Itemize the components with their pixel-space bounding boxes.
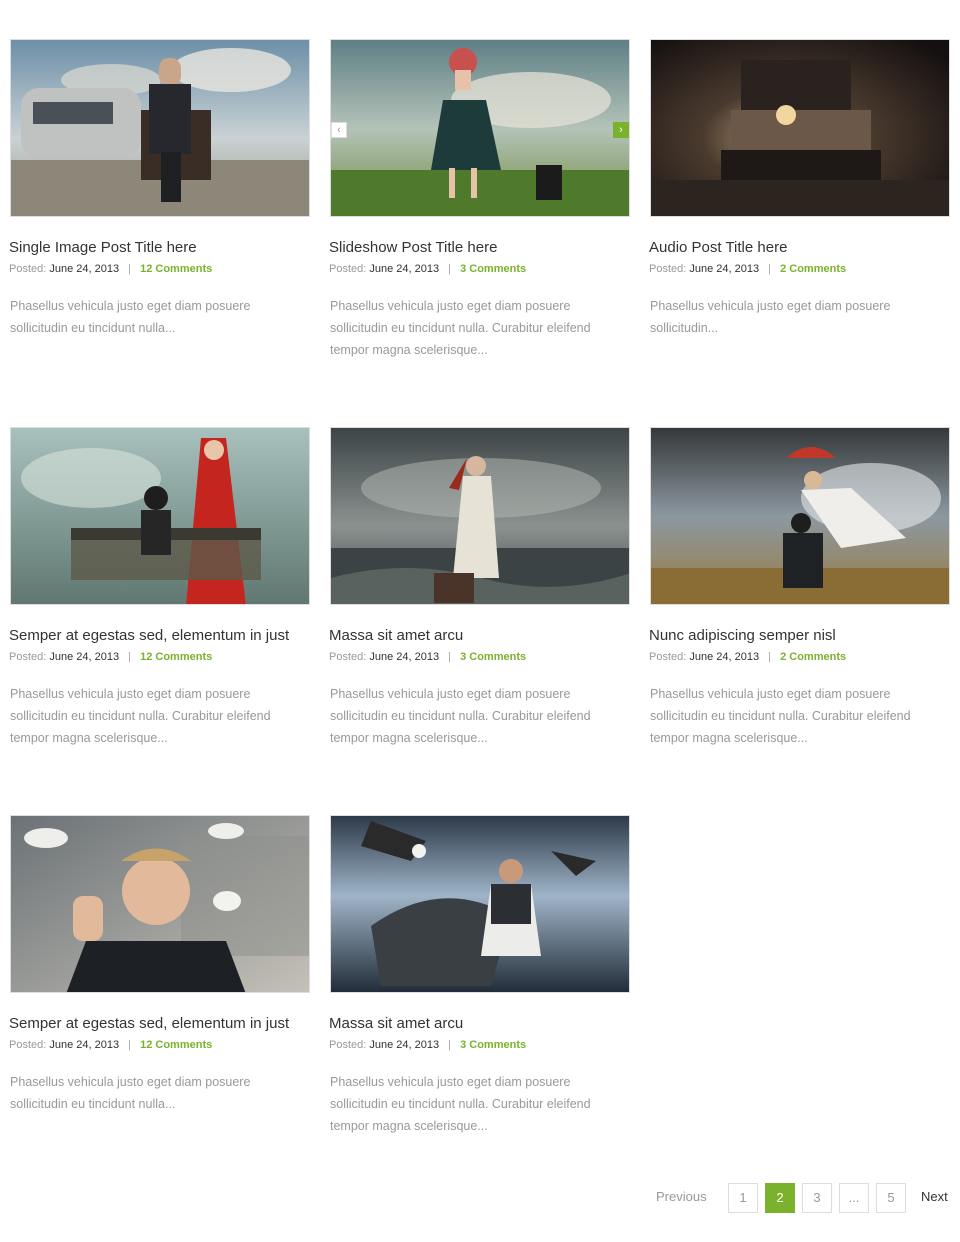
posted-label: Posted:	[649, 651, 687, 663]
pagination-page-5[interactable]: 5	[876, 1183, 906, 1213]
post-meta: Posted: June 24, 2013 | 2 Comments	[649, 651, 846, 663]
post-card: Audio Post Title here Posted: June 24, 2…	[649, 39, 950, 335]
pagination: Previous 1 2 3 ... 5 Next	[650, 1183, 950, 1213]
meta-separator: |	[448, 263, 452, 275]
post-title[interactable]: Semper at egestas sed, elementum in just	[9, 1015, 289, 1032]
meta-separator: |	[128, 651, 132, 663]
post-date: June 24, 2013	[49, 263, 120, 275]
post-thumbnail[interactable]	[650, 39, 950, 217]
meta-separator: |	[128, 263, 132, 275]
comments-link[interactable]: 2 Comments	[780, 263, 846, 275]
post-excerpt: Phasellus vehicula justo eget diam posue…	[650, 299, 891, 335]
pagination-next[interactable]: Next	[921, 1183, 948, 1213]
posted-label: Posted:	[329, 651, 367, 663]
post-meta: Posted: June 24, 2013 | 3 Comments	[329, 651, 526, 663]
pagination-page-1[interactable]: 1	[728, 1183, 758, 1213]
meta-separator: |	[128, 1039, 132, 1051]
post-title[interactable]: Nunc adipiscing semper nisl	[649, 627, 836, 644]
post-title[interactable]: Audio Post Title here	[649, 239, 787, 256]
post-thumbnail[interactable]	[650, 427, 950, 605]
post-card: Semper at egestas sed, elementum in just…	[9, 815, 310, 1111]
post-date: June 24, 2013	[49, 1039, 120, 1051]
slideshow-prev-button[interactable]: ‹	[331, 122, 347, 138]
posted-label: Posted:	[9, 263, 47, 275]
comments-link[interactable]: 12 Comments	[140, 1039, 212, 1051]
post-date: June 24, 2013	[49, 651, 120, 663]
post-title[interactable]: Massa sit amet arcu	[329, 1015, 463, 1032]
posted-label: Posted:	[649, 263, 687, 275]
post-thumbnail[interactable]	[330, 427, 630, 605]
post-card: Massa sit amet arcu Posted: June 24, 201…	[329, 815, 630, 1133]
comments-link[interactable]: 3 Comments	[460, 651, 526, 663]
pagination-page-3[interactable]: 3	[802, 1183, 832, 1213]
posted-label: Posted:	[329, 1039, 367, 1051]
post-thumbnail[interactable]	[10, 39, 310, 217]
post-date: June 24, 2013	[369, 651, 440, 663]
slideshow-next-button[interactable]: ›	[613, 122, 629, 138]
meta-separator: |	[768, 263, 772, 275]
post-meta: Posted: June 24, 2013 | 12 Comments	[9, 1039, 212, 1051]
post-meta: Posted: June 24, 2013 | 3 Comments	[329, 1039, 526, 1051]
comments-link[interactable]: 12 Comments	[140, 263, 212, 275]
post-card: Nunc adipiscing semper nisl Posted: June…	[649, 427, 950, 745]
post-meta: Posted: June 24, 2013 | 12 Comments	[9, 263, 212, 275]
meta-separator: |	[448, 1039, 452, 1051]
comments-link[interactable]: 12 Comments	[140, 651, 212, 663]
post-meta: Posted: June 24, 2013 | 2 Comments	[649, 263, 846, 275]
meta-separator: |	[768, 651, 772, 663]
post-meta: Posted: June 24, 2013 | 3 Comments	[329, 263, 526, 275]
post-date: June 24, 2013	[369, 263, 440, 275]
post-card: Semper at egestas sed, elementum in just…	[9, 427, 310, 745]
posted-label: Posted:	[9, 651, 47, 663]
post-date: June 24, 2013	[369, 1039, 440, 1051]
post-excerpt: Phasellus vehicula justo eget diam posue…	[330, 299, 591, 357]
post-excerpt: Phasellus vehicula justo eget diam posue…	[330, 687, 591, 745]
post-date: June 24, 2013	[689, 651, 760, 663]
post-thumbnail[interactable]	[330, 815, 630, 993]
post-title[interactable]: Massa sit amet arcu	[329, 627, 463, 644]
post-card: Single Image Post Title here Posted: Jun…	[9, 39, 310, 335]
meta-separator: |	[448, 651, 452, 663]
post-excerpt: Phasellus vehicula justo eget diam posue…	[650, 687, 911, 745]
pagination-previous[interactable]: Previous	[656, 1183, 707, 1213]
post-excerpt: Phasellus vehicula justo eget diam posue…	[10, 687, 271, 745]
posted-label: Posted:	[9, 1039, 47, 1051]
posted-label: Posted:	[329, 263, 367, 275]
post-excerpt: Phasellus vehicula justo eget diam posue…	[330, 1075, 591, 1133]
post-excerpt: Phasellus vehicula justo eget diam posue…	[10, 299, 251, 335]
chevron-left-icon: ‹	[337, 124, 341, 136]
post-title[interactable]: Single Image Post Title here	[9, 239, 197, 256]
post-thumbnail[interactable]	[10, 427, 310, 605]
post-title[interactable]: Slideshow Post Title here	[329, 239, 497, 256]
post-thumbnail[interactable]	[10, 815, 310, 993]
comments-link[interactable]: 3 Comments	[460, 1039, 526, 1051]
comments-link[interactable]: 2 Comments	[780, 651, 846, 663]
post-title[interactable]: Semper at egestas sed, elementum in just	[9, 627, 289, 644]
comments-link[interactable]: 3 Comments	[460, 263, 526, 275]
post-thumbnail[interactable]: ‹ ›	[330, 39, 630, 217]
post-card: ‹ › Slideshow Post Title here Posted: Ju…	[329, 39, 630, 357]
post-meta: Posted: June 24, 2013 | 12 Comments	[9, 651, 212, 663]
chevron-right-icon: ›	[619, 124, 623, 136]
pagination-page-2-current[interactable]: 2	[765, 1183, 795, 1213]
post-excerpt: Phasellus vehicula justo eget diam posue…	[10, 1075, 251, 1111]
post-date: June 24, 2013	[689, 263, 760, 275]
pagination-ellipsis: ...	[839, 1183, 869, 1213]
post-card: Massa sit amet arcu Posted: June 24, 201…	[329, 427, 630, 745]
